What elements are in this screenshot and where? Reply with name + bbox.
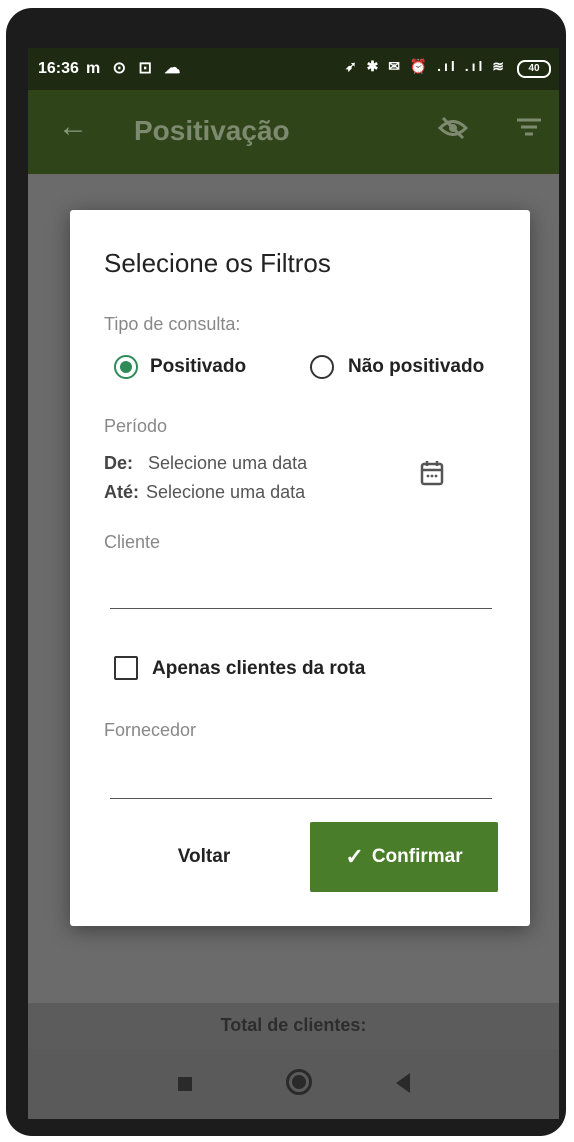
route-checkbox[interactable] <box>114 656 138 680</box>
confirm-button-label: Confirmar <box>371 846 463 867</box>
battery-icon: 40 <box>517 60 551 78</box>
eye-off-icon[interactable] <box>437 115 469 148</box>
status-bar: 16:36 m ⊙ ⊡ ☁ ➶ ✱ ✉ ⏰ .ıl .ıl ≋ 40 <box>28 48 559 90</box>
dialog-title: Selecione os Filtros <box>104 248 331 278</box>
client-label: Cliente <box>104 532 161 552</box>
supplier-label: Fornecedor <box>104 720 197 740</box>
status-time: 16:36 <box>38 60 79 77</box>
back-triangle-icon[interactable] <box>396 1073 410 1093</box>
arrow-left-icon[interactable]: ← <box>58 110 88 144</box>
app-bar: ← Positivação <box>28 90 559 174</box>
client-input[interactable] <box>110 608 492 609</box>
to-date-field[interactable]: Selecione uma data <box>146 482 305 503</box>
radio-positivado[interactable] <box>114 355 138 379</box>
query-type-label: Tipo de consulta: <box>104 314 241 334</box>
supplier-input[interactable] <box>110 798 492 799</box>
filter-dialog: Selecione os Filtros Tipo de consulta: P… <box>70 210 530 926</box>
calendar-icon[interactable] <box>420 460 444 493</box>
phone-frame: 16:36 m ⊙ ⊡ ☁ ➶ ✱ ✉ ⏰ .ıl .ıl ≋ 40 ← Pos… <box>6 8 566 1136</box>
from-key: De: <box>104 453 134 473</box>
home-icon[interactable] <box>286 1069 312 1095</box>
to-key: Até: <box>104 482 139 502</box>
radio-nao-positivado[interactable] <box>310 355 334 379</box>
notification-icons: m ⊙ ⊡ ☁ <box>86 60 185 77</box>
check-icon: ✓ <box>345 844 364 869</box>
option-nao-positivado-label[interactable]: Não positivado <box>348 356 484 378</box>
option-positivado-label[interactable]: Positivado <box>150 356 246 378</box>
screen: 16:36 m ⊙ ⊡ ☁ ➶ ✱ ✉ ⏰ .ıl .ıl ≋ 40 ← Pos… <box>28 48 559 1119</box>
filter-icon[interactable] <box>516 114 542 145</box>
confirm-button[interactable]: ✓ Confirmar <box>310 822 498 892</box>
page-title: Positivação <box>134 115 290 146</box>
nav-bar <box>28 1049 559 1119</box>
route-checkbox-label[interactable]: Apenas clientes da rota <box>152 658 365 680</box>
recent-apps-icon[interactable] <box>178 1077 192 1091</box>
period-label: Período <box>104 416 168 436</box>
back-button[interactable]: Voltar <box>114 822 294 892</box>
system-icons: ➶ ✱ ✉ ⏰ .ıl .ıl ≋ <box>344 58 507 74</box>
total-clients-label: Total de clientes: <box>220 1015 367 1035</box>
from-date-field[interactable]: Selecione uma data <box>148 453 307 474</box>
